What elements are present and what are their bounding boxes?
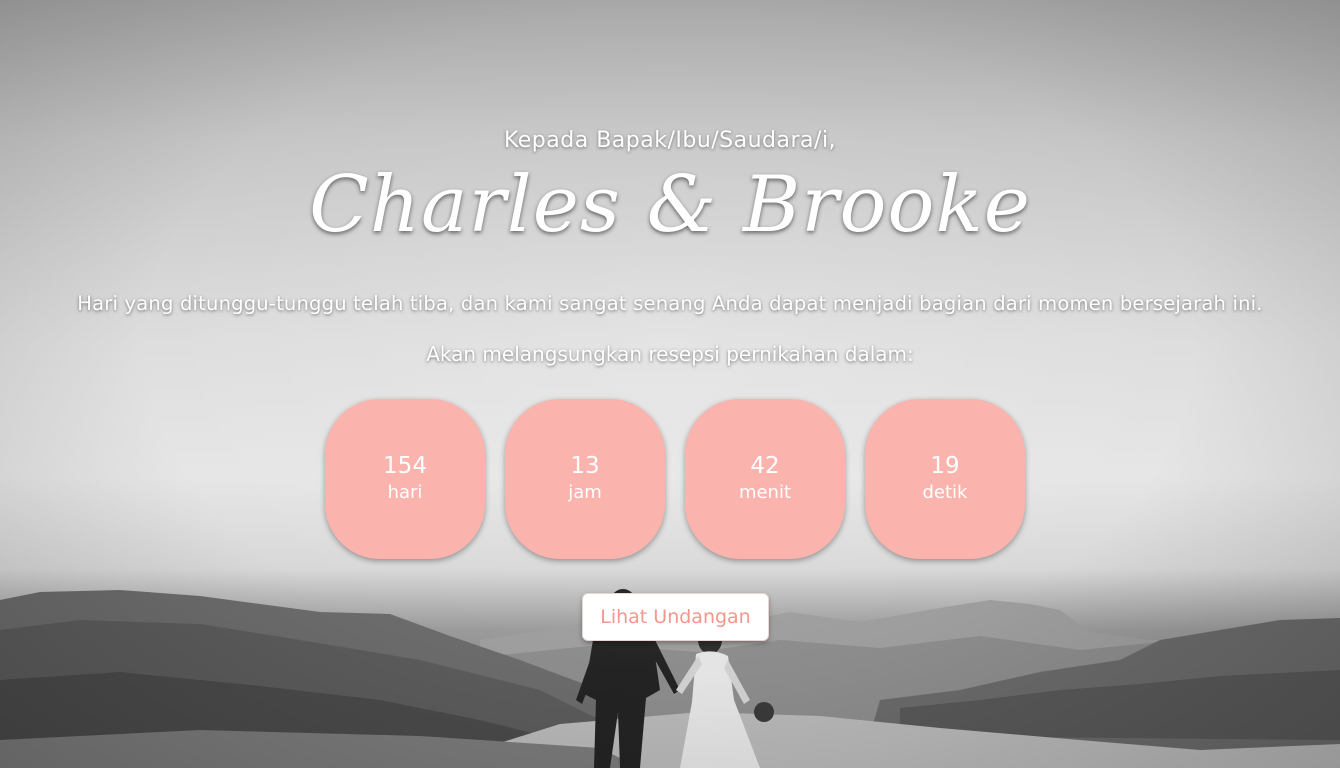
countdown-seconds-label: detik <box>922 482 968 503</box>
open-invitation-button[interactable]: Lihat Undangan <box>582 593 769 641</box>
countdown-hours: 13 jam <box>505 399 665 559</box>
countdown-minutes-value: 42 <box>750 453 780 479</box>
countdown-minutes-label: menit <box>738 482 792 503</box>
countdown-intro: Akan melangsungkan resepsi pernikahan da… <box>426 342 914 366</box>
countdown-days-value: 154 <box>383 453 427 479</box>
countdown-minutes: 42 menit <box>685 399 845 559</box>
hero-section: Kepada Bapak/Ibu/Saudara/i, Charles & Br… <box>0 0 1340 768</box>
countdown-seconds-value: 19 <box>930 453 960 479</box>
countdown-hours-value: 13 <box>570 453 600 479</box>
countdown-seconds: 19 detik <box>865 399 1025 559</box>
countdown-days-label: hari <box>387 482 423 503</box>
welcome-message: Hari yang ditunggu-tunggu telah tiba, da… <box>77 292 1263 315</box>
countdown-timer: 154 hari 13 jam 42 menit 19 detik <box>325 399 1025 559</box>
greeting-text: Kepada Bapak/Ibu/Saudara/i, <box>503 128 837 153</box>
countdown-days: 154 hari <box>325 399 485 559</box>
countdown-hours-label: jam <box>568 482 602 503</box>
couple-names-heading: Charles & Brooke <box>309 160 1031 250</box>
